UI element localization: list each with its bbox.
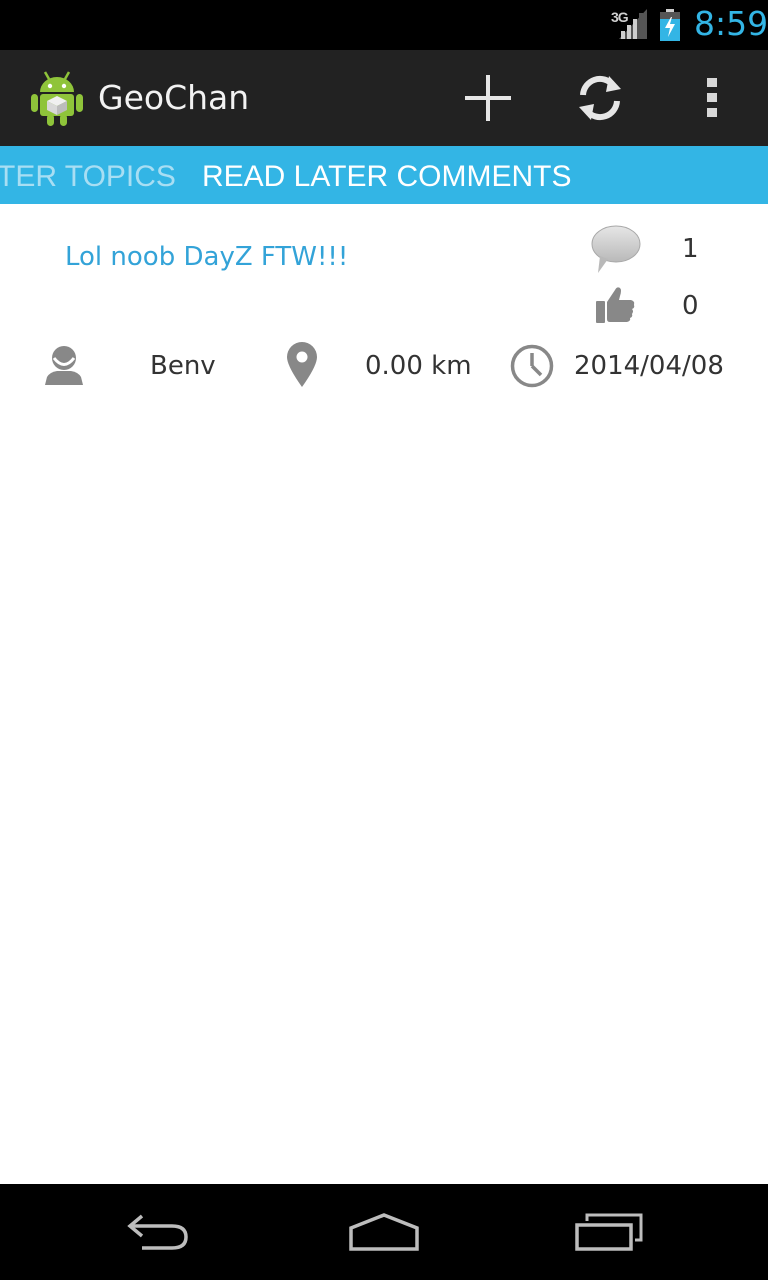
status-bar: 3G 8:59 [0,0,768,50]
refresh-button[interactable] [552,50,648,146]
signal-icon: 3G [611,9,649,41]
location-pin-icon [287,342,317,387]
tab-read-later-topics[interactable]: TER TOPICS [0,160,176,194]
clock-icon [510,344,554,388]
add-button[interactable] [440,50,536,146]
android-app-icon[interactable] [30,68,84,128]
refresh-icon [579,75,621,121]
comment-author: Benv [150,351,216,381]
back-icon [127,1214,188,1250]
list-item[interactable]: Lol noob DayZ FTW!!! 1 0 Benv 0.00 km 20… [0,204,768,404]
add-icon [465,75,511,121]
speech-bubble-icon [591,225,641,273]
status-clock: 8:59 [694,4,768,43]
thumbs-up-icon [596,287,635,323]
like-count: 0 [682,291,699,321]
back-button[interactable] [84,1184,234,1280]
home-icon [349,1213,419,1251]
tab-read-later-comments[interactable]: READ LATER COMMENTS [202,160,571,194]
comment-date: 2014/04/08 [574,351,724,381]
recent-apps-button[interactable] [534,1184,684,1280]
comment-distance: 0.00 km [365,351,472,381]
battery-charging-icon [659,9,681,41]
home-button[interactable] [309,1184,459,1280]
action-bar: GeoChan [0,50,768,146]
comment-title[interactable]: Lol noob DayZ FTW!!! [65,242,348,272]
user-icon [45,346,83,385]
tab-strip: TER TOPICS READ LATER COMMENTS [0,146,768,204]
overflow-menu-icon [707,78,717,117]
recent-apps-icon [575,1213,643,1251]
overflow-menu-button[interactable] [664,50,760,146]
reply-count: 1 [682,234,699,264]
app-title: GeoChan [98,78,250,117]
navigation-bar [0,1184,768,1280]
screen: 3G 8:59 GeoChan TER TOPICS READ LATER CO… [0,0,768,1280]
